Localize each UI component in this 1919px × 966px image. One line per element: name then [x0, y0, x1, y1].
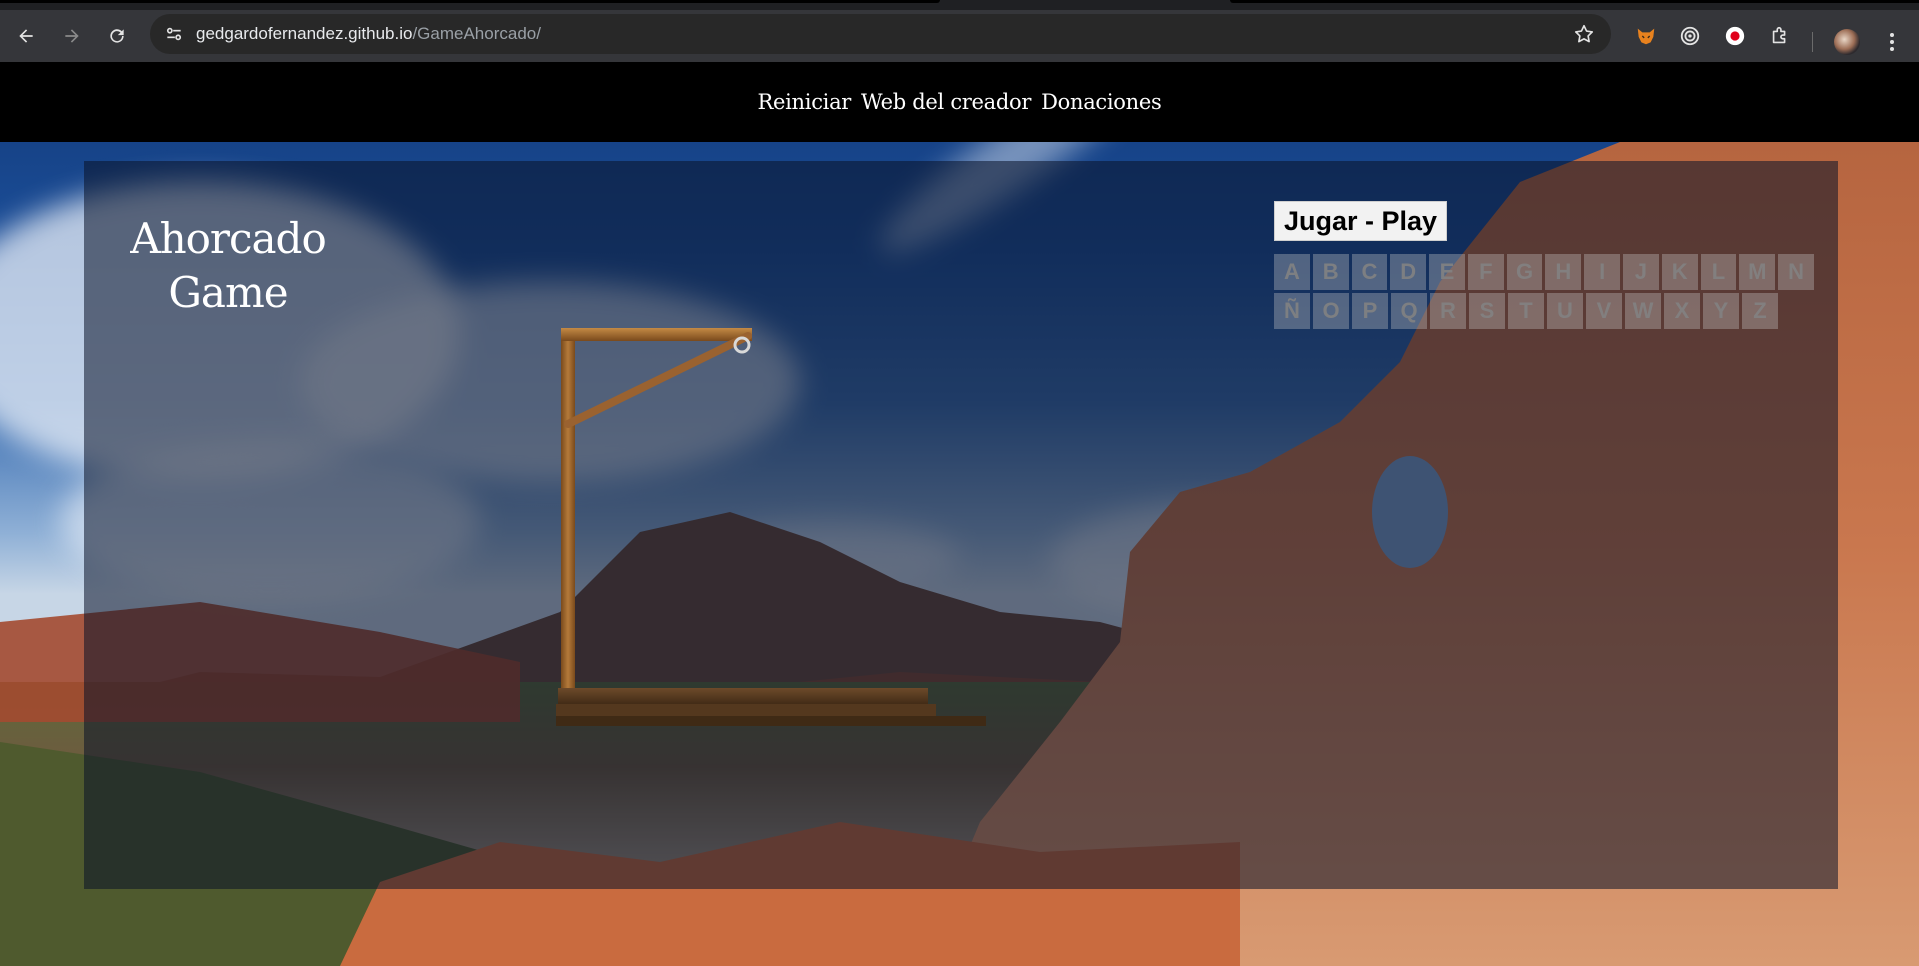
letter-key[interactable]: L	[1700, 254, 1737, 290]
title-line-2: Game	[168, 268, 288, 317]
play-button[interactable]: Jugar - Play	[1274, 201, 1448, 241]
letter-key[interactable]: B	[1312, 254, 1349, 290]
letter-key[interactable]: F	[1467, 254, 1504, 290]
reload-button[interactable]	[99, 18, 135, 54]
gallows-image	[556, 328, 986, 726]
restart-link[interactable]: Reiniciar	[758, 90, 852, 114]
address-bar[interactable]: gedgardofernandez.github.io/GameAhorcado…	[150, 14, 1611, 54]
letter-key[interactable]: G	[1506, 254, 1543, 290]
keyboard-row-1: ABCDEFGHIJKLMN	[1274, 254, 1814, 290]
letter-key[interactable]: V	[1586, 293, 1622, 329]
reload-icon	[110, 29, 124, 43]
letter-key[interactable]: J	[1623, 254, 1659, 290]
top-navbar: Reiniciar Web del creador Donaciones	[0, 62, 1919, 142]
letter-key[interactable]: D	[1390, 254, 1427, 290]
forward-arrow-icon	[65, 29, 79, 43]
letter-key[interactable]: Ñ	[1274, 293, 1310, 329]
gallows-post	[561, 328, 575, 688]
forward-button[interactable]	[54, 18, 90, 54]
letter-key[interactable]: T	[1508, 293, 1544, 329]
letter-key[interactable]: Q	[1391, 293, 1427, 329]
browser-menu-icon[interactable]	[1880, 29, 1904, 55]
gallows-platform-step	[556, 704, 936, 718]
title-line-1: Ahorcado	[130, 214, 326, 263]
back-button[interactable]	[8, 18, 44, 54]
letter-key[interactable]: O	[1313, 293, 1349, 329]
donations-link[interactable]: Donaciones	[1041, 90, 1162, 114]
page-content: Reiniciar Web del creador Donaciones Aho…	[0, 62, 1919, 966]
letter-key[interactable]: S	[1469, 293, 1505, 329]
letter-key[interactable]: C	[1351, 254, 1388, 290]
letter-key[interactable]: K	[1661, 254, 1698, 290]
letter-key[interactable]: U	[1547, 293, 1583, 329]
gallows-platform-bottom	[556, 716, 986, 726]
game-title: Ahorcado Game	[106, 212, 350, 320]
letter-key[interactable]: I	[1584, 254, 1621, 290]
back-arrow-icon	[19, 29, 33, 43]
letter-key[interactable]: E	[1429, 254, 1465, 290]
letter-keyboard: ABCDEFGHIJKLMN ÑOPQRSTUVWXYZ	[1274, 254, 1814, 332]
target-extension-icon[interactable]	[1678, 24, 1702, 48]
letter-key[interactable]: W	[1625, 293, 1661, 329]
profile-avatar[interactable]	[1834, 29, 1860, 55]
letter-key[interactable]: Z	[1742, 293, 1778, 329]
toolbar-divider	[1812, 32, 1813, 52]
tab-strip	[0, 0, 1919, 10]
letter-key[interactable]: A	[1274, 254, 1310, 290]
keyboard-row-2: ÑOPQRSTUVWXYZ	[1274, 293, 1814, 329]
gallows-platform-top	[558, 688, 928, 706]
letter-key[interactable]: M	[1739, 254, 1776, 290]
creator-website-link[interactable]: Web del creador	[861, 90, 1031, 114]
bookmark-star-icon[interactable]	[1573, 23, 1595, 45]
letter-key[interactable]: H	[1545, 254, 1582, 290]
letter-key[interactable]: N	[1778, 254, 1814, 290]
tab-strip-right	[1230, 0, 1919, 3]
letter-key[interactable]: P	[1352, 293, 1388, 329]
puzzle-extensions-icon[interactable]	[1768, 24, 1792, 48]
browser-toolbar: gedgardofernandez.github.io/GameAhorcado…	[0, 10, 1919, 62]
gallows-beam	[561, 328, 752, 341]
tab-strip-left	[0, 0, 940, 3]
letter-key[interactable]: R	[1430, 293, 1466, 329]
url-text[interactable]: gedgardofernandez.github.io/GameAhorcado…	[196, 24, 541, 44]
fox-extension-icon[interactable]	[1634, 24, 1658, 48]
site-info-icon[interactable]	[164, 24, 184, 44]
url-path: /GameAhorcado/	[412, 24, 541, 43]
gallows-brace	[564, 332, 752, 428]
record-extension-icon[interactable]	[1723, 24, 1747, 48]
letter-key[interactable]: X	[1664, 293, 1700, 329]
url-host: gedgardofernandez.github.io	[196, 24, 413, 43]
letter-key[interactable]: Y	[1703, 293, 1739, 329]
